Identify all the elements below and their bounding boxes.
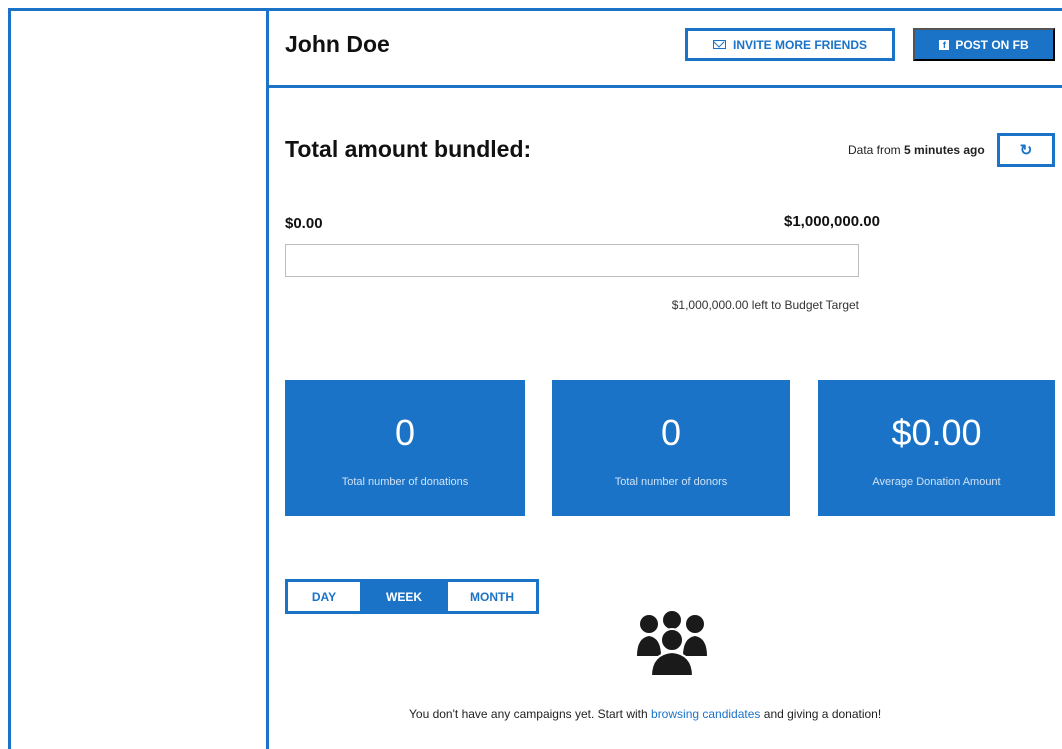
progress-range-max: $1,000,000.00 bbox=[784, 213, 880, 230]
empty-state-message: You don't have any campaigns yet. Start … bbox=[409, 707, 881, 721]
stat-label-donors: Total number of donors bbox=[614, 476, 728, 488]
stat-label-donations: Total number of donations bbox=[341, 476, 469, 488]
app-frame: John Doe INVITE MORE FRIENDS f POST ON F… bbox=[0, 0, 1062, 749]
stat-card-donors: 0 Total number of donors bbox=[552, 380, 790, 516]
left-to-budget: $1,000,000.00 left to Budget Target bbox=[671, 298, 859, 312]
browse-candidates-link[interactable]: browsing candidates bbox=[651, 707, 760, 721]
mail-icon bbox=[712, 40, 726, 49]
dashboard-main: Total amount bundled: Data from 5 minute… bbox=[269, 88, 1062, 749]
post-on-fb-label: POST ON FB bbox=[955, 37, 1029, 52]
data-freshness: Data from 5 minutes ago bbox=[848, 143, 985, 157]
refresh-button[interactable]: ↻ bbox=[997, 133, 1055, 167]
post-on-fb-button[interactable]: f POST ON FB bbox=[913, 28, 1055, 61]
data-freshness-prefix: Data from bbox=[848, 143, 901, 157]
stat-card-donations: 0 Total number of donations bbox=[285, 380, 525, 516]
stat-card-average: $0.00 Average Donation Amount bbox=[818, 380, 1055, 516]
bundled-progress-bar bbox=[285, 244, 859, 277]
empty-state-suffix: and giving a donation! bbox=[763, 707, 882, 721]
data-freshness-age: 5 minutes ago bbox=[904, 143, 985, 157]
group-icon bbox=[637, 611, 707, 677]
user-name: John Doe bbox=[285, 31, 390, 57]
stat-value-average: $0.00 bbox=[891, 412, 982, 453]
period-month-button[interactable]: MONTH bbox=[448, 582, 536, 611]
sidebar bbox=[11, 11, 266, 749]
period-toggle: DAY WEEK MONTH bbox=[285, 579, 539, 614]
facebook-icon: f bbox=[939, 39, 950, 50]
stat-value-donations: 0 bbox=[394, 412, 416, 453]
stat-value-donors: 0 bbox=[660, 412, 682, 453]
period-day-button[interactable]: DAY bbox=[288, 582, 360, 611]
header: John Doe INVITE MORE FRIENDS f POST ON F… bbox=[269, 11, 1062, 85]
stat-label-average: Average Donation Amount bbox=[872, 476, 1001, 488]
invite-friends-button[interactable]: INVITE MORE FRIENDS bbox=[685, 28, 895, 61]
period-week-button[interactable]: WEEK bbox=[360, 582, 448, 611]
invite-friends-label: INVITE MORE FRIENDS bbox=[732, 37, 867, 52]
bundled-title: Total amount bundled: bbox=[285, 136, 532, 162]
progress-range-min: $0.00 bbox=[285, 215, 323, 232]
empty-state-prefix: You don't have any campaigns yet. Start … bbox=[409, 707, 648, 721]
refresh-icon: ↻ bbox=[1019, 141, 1033, 159]
